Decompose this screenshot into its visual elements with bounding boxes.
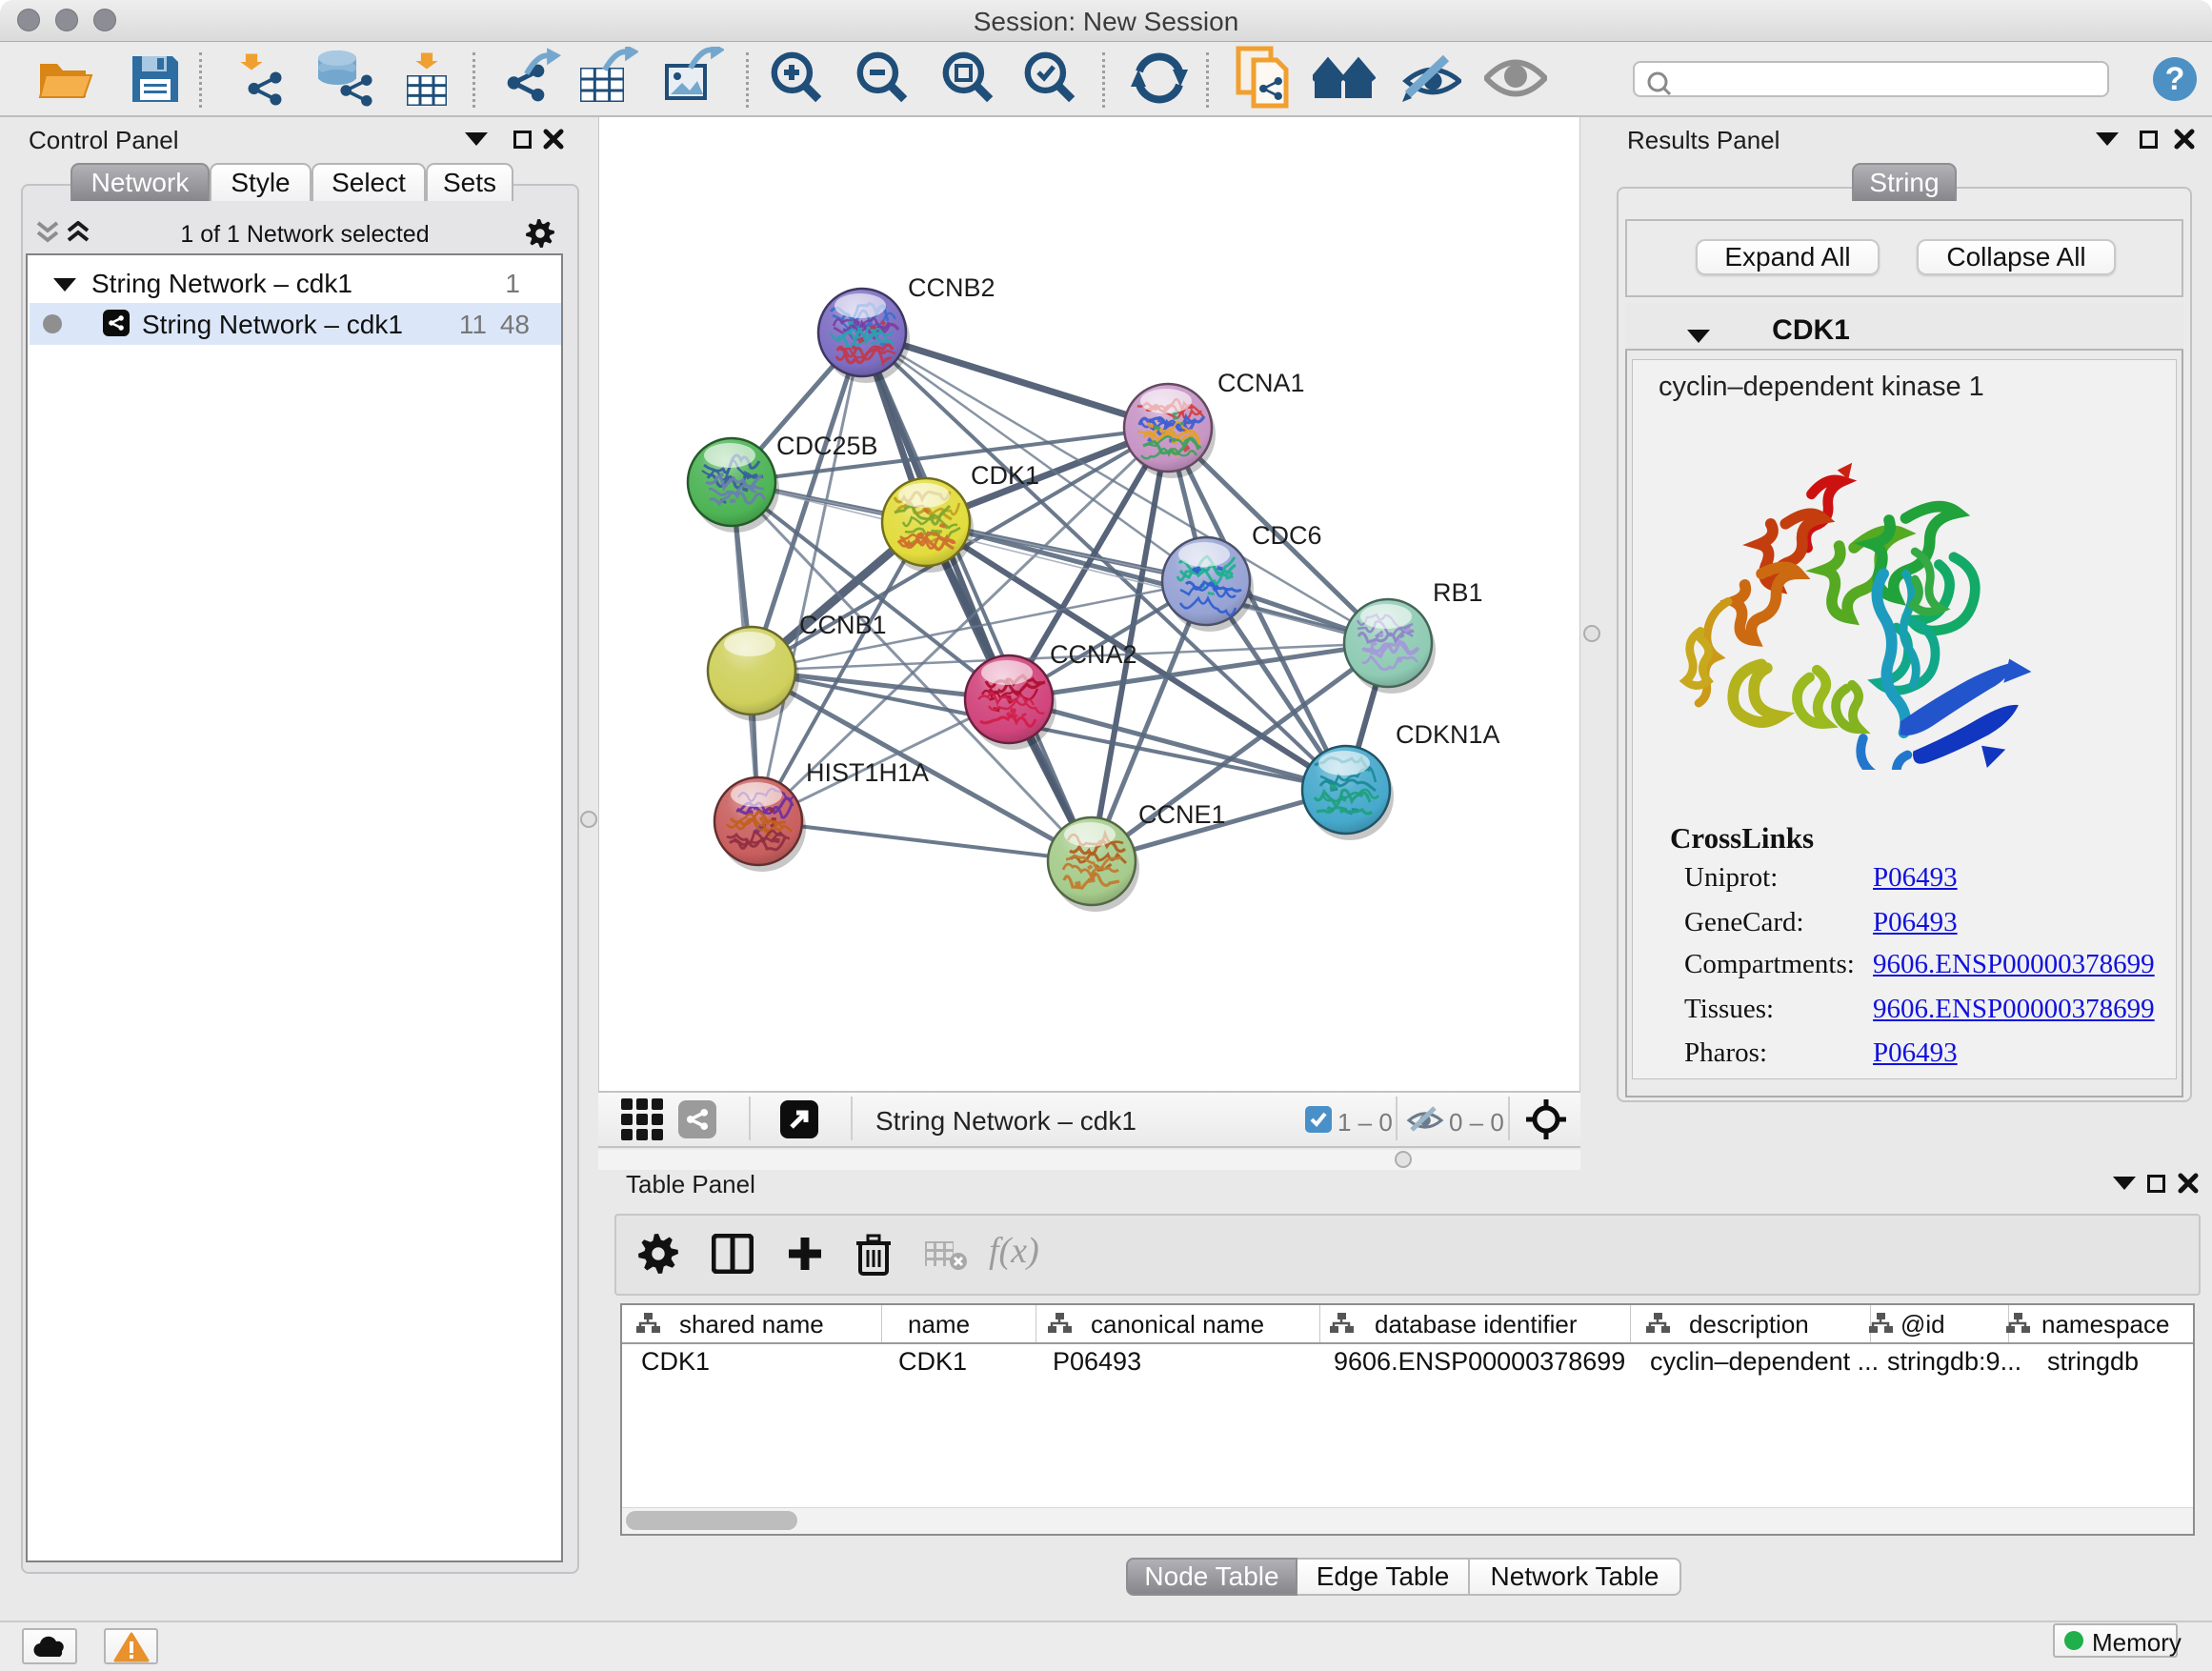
svg-text:CDC25B: CDC25B — [776, 432, 878, 460]
svg-text:CDC6: CDC6 — [1252, 521, 1322, 550]
svg-text:CCNB1: CCNB1 — [799, 611, 887, 639]
svg-text:CCNA2: CCNA2 — [1050, 640, 1137, 669]
svg-text:HIST1H1A: HIST1H1A — [806, 758, 929, 787]
svg-text:CCNE1: CCNE1 — [1138, 800, 1226, 829]
svg-text:CCNB2: CCNB2 — [908, 273, 995, 302]
svg-text:RB1: RB1 — [1433, 578, 1483, 607]
svg-text:CDKN1A: CDKN1A — [1396, 720, 1500, 749]
svg-text:CDK1: CDK1 — [971, 461, 1039, 490]
svg-text:CCNA1: CCNA1 — [1217, 369, 1305, 397]
